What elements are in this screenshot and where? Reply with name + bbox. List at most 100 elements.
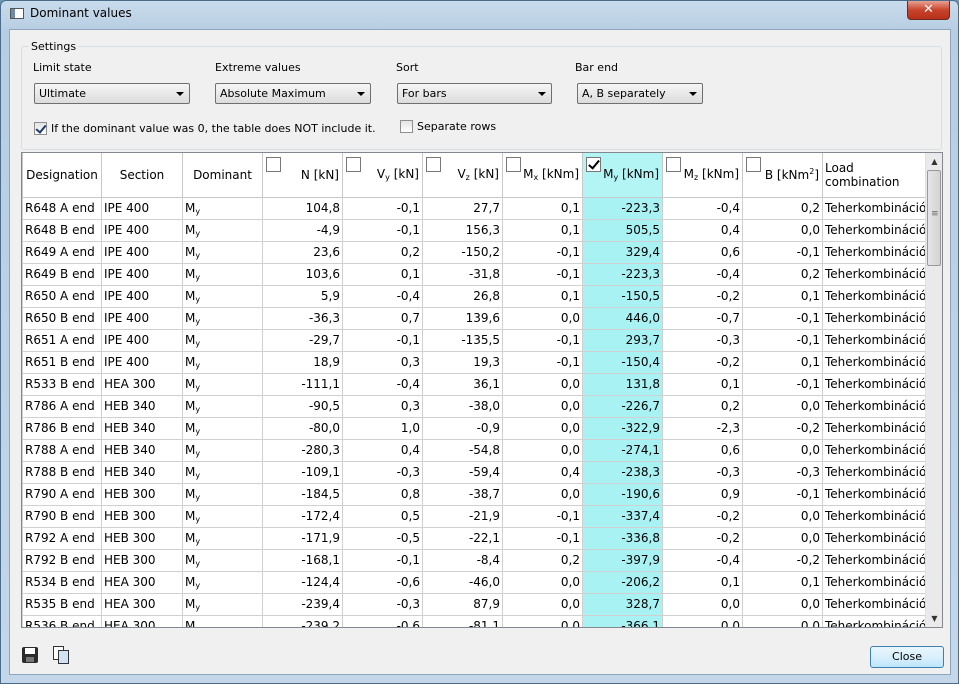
extreme-values-select[interactable]: Absolute Maximum [215,83,371,104]
table-row[interactable]: R535 B end HEA 300 My -239,4 -0,3 87,9 0,0 328,… [22,592,926,616]
table-row[interactable]: R536 B endHEA 300My-239,2-0,6-81,10,0-36… [22,614,926,627]
table-row[interactable]: R792 A end HEB 300 My -171,9 -0,5 -22,1 -0,1 -3… [22,526,926,550]
col-designation[interactable]: Designation [22,153,102,198]
cell-dominant: My [182,240,263,264]
cell-mz: 0,1 [662,570,743,594]
table-row[interactable]: R786 A end HEB 340 My -90,5 0,3 -38,0 0,0 -226,… [22,394,926,418]
cell-my: -190,6 [582,482,663,506]
vz-column-checkbox[interactable] [426,157,441,172]
cell-my: -337,4 [582,504,663,528]
sort-select[interactable]: For bars [397,83,552,104]
cell-vy: -0,3 [342,592,423,616]
col-mz-label: M [683,167,694,182]
table-row[interactable]: R648 A end IPE 400 My 104,8 -0,1 27,7 0,1 -223,… [22,196,926,220]
cell-vy: -0,5 [342,526,423,550]
cell-mx: -0,1 [502,262,583,286]
table-row[interactable]: R790 A end HEB 300 My -184,5 0,8 -38,7 0,0 -190… [22,482,926,506]
col-n[interactable]: N [kN] [262,153,343,198]
table-row[interactable]: R649 A end IPE 400 My 23,6 0,2 -150,2 -0,1 329,… [22,240,926,264]
scroll-up-icon[interactable]: ▲ [926,153,942,170]
col-load-combination[interactable]: Load combination [822,153,926,198]
table-row[interactable]: R648 B end IPE 400 My -4,9 -0,1 156,3 0,1 505,5… [22,218,926,242]
cell-vz: 19,3 [422,350,503,374]
vertical-scrollbar[interactable]: ▲ ▼ [925,153,942,627]
cell-vz: -81,1 [422,614,503,627]
cell-b: -0,1 [742,372,823,396]
col-b[interactable]: B [kNm2] [742,153,823,198]
cell-mz: 0,9 [662,482,743,506]
separate-rows-checkbox[interactable]: Separate rows [400,120,496,133]
col-vz-label: V [457,167,466,182]
dominant-symbol: M [185,596,196,611]
table-row[interactable]: R788 B end HEB 340 My -109,1 -0,3 -59,4 0,4 -23… [22,460,926,484]
sort-label: Sort [396,61,419,74]
title-bar[interactable]: Dominant values ✕ [1,1,958,26]
col-vy[interactable]: Vy [kN] [342,153,423,198]
cell-section: HEB 340 [101,460,183,484]
cell-my: -206,2 [582,570,663,594]
cell-dominant: My [182,548,263,572]
cell-b: 0,0 [742,592,823,616]
bar-end-label: Bar end [575,61,619,74]
cell-section: HEB 340 [101,416,183,440]
vy-column-checkbox[interactable] [346,157,361,172]
cell-vy: -0,1 [342,548,423,572]
close-button[interactable]: Close [870,646,944,668]
bar-end-select[interactable]: A, B separately [577,83,703,104]
scroll-thumb[interactable] [927,170,941,266]
table-row[interactable]: R790 B end HEB 300 My -172,4 0,5 -21,9 -0,1 -33… [22,504,926,528]
col-my[interactable]: My [kNm] [582,153,663,198]
col-mx-sub: x [533,173,539,183]
col-mx[interactable]: Mx [kNm] [502,153,583,198]
table-row[interactable]: R649 B end IPE 400 My 103,6 0,1 -31,8 -0,1 -223… [22,262,926,286]
mx-column-checkbox[interactable] [506,157,521,172]
window-close-button[interactable]: ✕ [907,1,950,20]
cell-my: 293,7 [582,328,663,352]
cell-section: HEA 300 [101,570,183,594]
col-vz[interactable]: Vz [kN] [422,153,503,198]
mz-column-checkbox[interactable] [666,157,681,172]
cell-designation: R649 B end [22,262,102,286]
col-mz[interactable]: Mz [kNm] [662,153,743,198]
col-vy-label: V [376,167,386,182]
table-row[interactable]: R534 B end HEA 300 My -124,4 -0,6 -46,0 0,0 -20… [22,570,926,594]
cell-n: 18,9 [262,350,343,374]
exclude-zero-checkbox[interactable]: If the dominant value was 0, the table d… [34,122,376,135]
table-row[interactable]: R788 A end HEB 340 My -280,3 0,4 -54,8 0,0 -274… [22,438,926,462]
cell-dominant: My [182,262,263,286]
cell-b: 0,0 [742,394,823,418]
table-row[interactable]: R650 A end IPE 400 My 5,9 -0,4 26,8 0,1 -150,5-… [22,284,926,308]
table-row[interactable]: R651 B end IPE 400 My 18,9 0,3 19,3 -0,1 -150,4… [22,350,926,374]
dominant-symbol: M [185,530,196,545]
table-row[interactable]: R651 A end IPE 400 My -29,7 -0,1 -135,5 -0,1 29… [22,328,926,352]
exclude-zero-label: If the dominant value was 0, the table d… [51,122,376,135]
n-column-checkbox[interactable] [266,157,281,172]
scroll-down-icon[interactable]: ▼ [926,610,942,627]
table-row[interactable]: R792 B end HEB 300 My -168,1 -0,1 -8,4 0,2 -397… [22,548,926,572]
limit-state-select[interactable]: Ultimate [34,83,190,104]
checkbox-unchecked-icon[interactable] [400,120,413,133]
save-icon[interactable] [22,647,38,663]
cell-mz: -0,2 [662,350,743,374]
b-column-checkbox[interactable] [746,157,761,172]
table-row[interactable]: R650 B end IPE 400 My -36,3 0,7 139,6 0,0 446,0… [22,306,926,330]
table-row[interactable]: R786 B end HEB 340 My -80,0 1,0 -0,9 0,0 -322,9… [22,416,926,440]
dominant-subscript: y [195,382,201,392]
dominant-subscript: y [195,250,201,260]
dominant-symbol: M [185,442,196,457]
cell-mx: 0,0 [502,438,583,462]
cell-my: -336,8 [582,526,663,550]
table-body: R648 A end IPE 400 My 104,8 -0,1 27,7 0,1 -223,… [22,196,926,627]
cell-load-combination: Teherkombináció- [822,482,926,506]
dialog-client: Settings Limit state Ultimate Extreme va… [9,29,951,675]
my-column-checkbox[interactable] [586,157,601,172]
export-icon[interactable] [53,646,69,664]
checkbox-checked-icon[interactable] [34,122,47,135]
col-section[interactable]: Section [101,153,183,198]
dominant-subscript: y [195,338,201,348]
col-dominant[interactable]: Dominant [182,153,263,198]
cell-section: HEB 340 [101,394,183,418]
table-row[interactable]: R533 B end HEA 300 My -111,1 -0,4 36,1 0,0 131,… [22,372,926,396]
cell-section: HEB 300 [101,482,183,506]
dominant-subscript: y [195,536,201,546]
